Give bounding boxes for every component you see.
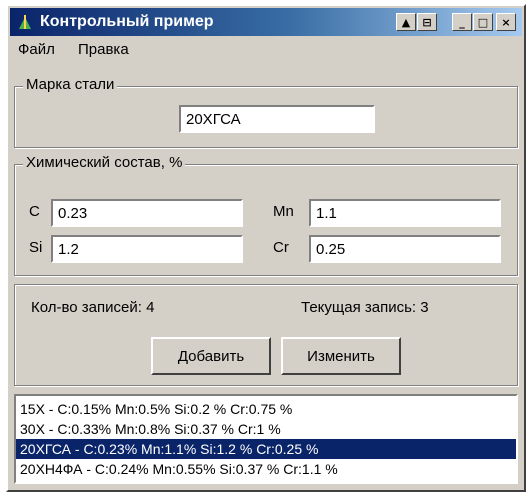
record-count-label: Кол-во записей: 4	[31, 299, 155, 316]
chem-composition-group: Химический состав, % C Mn Si Cr	[14, 154, 518, 276]
app-window: Контрольный пример ▲ ⊟ _ □ × Файл Правка…	[6, 4, 526, 492]
add-button[interactable]: Добавить	[151, 337, 271, 375]
carbon-input[interactable]	[51, 199, 243, 227]
silicon-input[interactable]	[51, 235, 243, 263]
chromium-label: Cr	[273, 239, 289, 256]
records-panel: Кол-во записей: 4 Текущая запись: 3 Доба…	[14, 284, 518, 386]
steel-grade-legend: Марка стали	[23, 76, 118, 93]
steel-grade-group: Марка стали	[14, 76, 518, 148]
menu-edit[interactable]: Правка	[78, 41, 129, 58]
current-record-label: Текущая запись: 3	[301, 299, 429, 316]
minimize-button[interactable]: _	[452, 13, 472, 31]
manganese-label: Mn	[273, 203, 294, 220]
chromium-input[interactable]	[309, 235, 501, 263]
maximize-button[interactable]: □	[473, 13, 493, 31]
list-item[interactable]: 20ХН4ФА - C:0.24% Mn:0.55% Si:0.37 % Cr:…	[16, 459, 516, 479]
pin-up-button[interactable]: ▲	[396, 13, 416, 31]
records-listbox[interactable]: 15Х - C:0.15% Mn:0.5% Si:0.2 % Cr:0.75 %…	[14, 394, 518, 484]
chem-composition-legend: Химический состав, %	[23, 154, 186, 171]
app-icon	[19, 15, 31, 29]
manganese-input[interactable]	[309, 199, 501, 227]
list-item[interactable]: 30Х - C:0.33% Mn:0.8% Si:0.37 % Cr:1 %	[16, 419, 516, 439]
list-item[interactable]: 15Х - C:0.15% Mn:0.5% Si:0.2 % Cr:0.75 %	[16, 399, 516, 419]
steel-grade-input[interactable]	[179, 105, 375, 133]
list-item-selected[interactable]: 20ХГСА - C:0.23% Mn:1.1% Si:1.2 % Cr:0.2…	[16, 439, 516, 459]
pin-button[interactable]: ⊟	[417, 13, 437, 31]
menu-file[interactable]: Файл	[18, 41, 55, 58]
silicon-label: Si	[29, 239, 43, 256]
menu-bar: Файл Правка	[10, 38, 522, 62]
close-button[interactable]: ×	[496, 13, 516, 31]
edit-button[interactable]: Изменить	[281, 337, 401, 375]
window-title: Контрольный пример	[40, 13, 214, 30]
title-bar[interactable]: Контрольный пример ▲ ⊟ _ □ ×	[10, 8, 522, 36]
carbon-label: C	[29, 203, 40, 220]
